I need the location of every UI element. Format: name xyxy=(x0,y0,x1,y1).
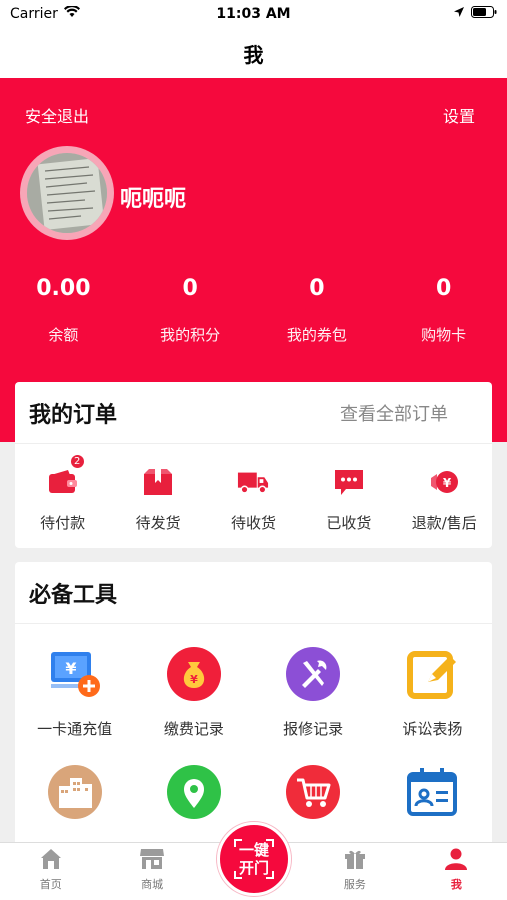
svg-text:¥: ¥ xyxy=(190,673,198,686)
order-label: 退款/售后 xyxy=(411,514,477,532)
scan-corner xyxy=(234,871,242,879)
status-bar: Carrier 11:03 AM xyxy=(0,0,507,28)
one-key-open-door-button[interactable]: 一键 开门 xyxy=(217,822,291,896)
stat-value: 0 xyxy=(309,276,325,301)
orders-card: 我的订单 查看全部订单 2 待付款 待发货 待收货 已收货 ¥ 退款/售后 xyxy=(15,382,492,548)
stat-label: 我的券包 xyxy=(286,326,347,344)
avatar-image xyxy=(27,153,107,233)
status-right xyxy=(453,6,497,22)
tab-label: 商城 xyxy=(141,878,164,891)
order-pending-payment[interactable]: 2 待付款 xyxy=(18,454,108,533)
status-left: Carrier xyxy=(10,4,80,22)
carrier-label: Carrier xyxy=(10,6,58,22)
refund-coin-icon: ¥ xyxy=(428,466,460,498)
stat-shopping-card[interactable]: 0 购物卡 xyxy=(380,272,507,345)
stat-value: 0.00 xyxy=(36,276,91,301)
tool-complaint-praise[interactable]: 诉讼表扬 xyxy=(373,646,492,764)
tab-label: 首页 xyxy=(39,878,62,891)
tool-card-recharge[interactable]: ¥ 一卡通充值 xyxy=(15,646,134,764)
order-to-receive[interactable]: 待收货 xyxy=(208,466,298,533)
view-all-orders-link[interactable]: 查看全部订单 xyxy=(340,400,448,426)
svg-text:¥: ¥ xyxy=(443,476,452,490)
order-label: 待付款 xyxy=(40,514,86,532)
tool-payment-records[interactable]: ¥ 缴费记录 xyxy=(134,646,253,764)
tab-store[interactable]: 商城 xyxy=(101,843,202,900)
avatar[interactable] xyxy=(20,146,114,240)
stat-value: 0 xyxy=(435,276,452,301)
order-label: 待收货 xyxy=(230,514,276,532)
edit-note-icon xyxy=(404,646,460,702)
tools-header: 必备工具 xyxy=(15,562,492,624)
stat-coupons[interactable]: 0 我的券包 xyxy=(254,272,381,345)
tab-label: 我 xyxy=(450,878,462,891)
tool-label: 一卡通充值 xyxy=(37,720,113,738)
page-title: 我 xyxy=(243,42,264,67)
home-icon xyxy=(38,846,64,872)
scan-corner xyxy=(266,871,274,879)
tab-service[interactable]: 服务 xyxy=(304,843,405,900)
gift-icon xyxy=(342,846,368,872)
orders-header: 我的订单 查看全部订单 xyxy=(15,382,492,444)
contact-calendar-icon xyxy=(404,764,460,820)
buildings-icon xyxy=(47,764,103,820)
money-bag-icon: ¥ xyxy=(166,646,222,702)
message-box-icon xyxy=(333,466,365,498)
tool-label: 报修记录 xyxy=(283,720,344,738)
wifi-icon xyxy=(63,4,80,22)
order-refund[interactable]: ¥ 退款/售后 xyxy=(399,466,489,533)
tab-me[interactable]: 我 xyxy=(406,843,507,900)
stat-label: 我的积分 xyxy=(160,326,221,344)
tab-label: 服务 xyxy=(343,878,366,891)
battery-icon xyxy=(471,6,497,22)
truck-icon xyxy=(237,466,269,498)
location-arrow-icon xyxy=(453,6,465,22)
app-root: { "status_bar": {"carrier": "Carrier", "… xyxy=(0,0,507,900)
stat-points[interactable]: 0 我的积分 xyxy=(127,272,254,345)
stat-label: 购物卡 xyxy=(421,326,467,344)
tool-repair-records[interactable]: 报修记录 xyxy=(254,646,373,764)
order-to-ship[interactable]: 待发货 xyxy=(113,466,203,533)
svg-text:¥: ¥ xyxy=(65,659,76,678)
card-recharge-icon: ¥ xyxy=(47,646,103,702)
person-icon xyxy=(443,846,469,872)
order-status-row: 2 待付款 待发货 待收货 已收货 ¥ 退款/售后 xyxy=(15,444,492,533)
tools-title: 必备工具 xyxy=(29,582,118,608)
order-received[interactable]: 已收货 xyxy=(304,466,394,533)
tool-label: 诉讼表扬 xyxy=(402,720,463,738)
stat-value: 0 xyxy=(182,276,198,301)
center-button-line1: 一键 xyxy=(238,841,269,859)
order-label: 待发货 xyxy=(135,514,181,532)
shopping-cart-icon xyxy=(285,764,341,820)
tools-card: 必备工具 ¥ 一卡通充值 ¥ 缴费记录 报修记录 诉讼表扬 xyxy=(15,562,492,842)
tab-home[interactable]: 首页 xyxy=(0,843,101,900)
tool-label: 缴费记录 xyxy=(163,720,224,738)
username: 呃呃呃 xyxy=(120,187,187,212)
stat-balance[interactable]: 0.00 余额 xyxy=(0,272,127,345)
logout-button[interactable]: 安全退出 xyxy=(25,103,89,127)
nav-bar: 我 xyxy=(0,28,507,78)
repair-tools-icon xyxy=(285,646,341,702)
store-icon xyxy=(139,846,165,872)
location-pin-icon xyxy=(166,764,222,820)
orders-title: 我的订单 xyxy=(29,402,118,428)
pending-count-badge: 2 xyxy=(69,454,85,469)
stat-label: 余额 xyxy=(48,326,79,344)
settings-button[interactable]: 设置 xyxy=(443,103,475,127)
wallet-icon xyxy=(47,466,79,498)
center-button-line2: 开门 xyxy=(238,859,269,877)
package-icon xyxy=(142,466,174,498)
scan-corner xyxy=(234,839,242,847)
profile-stats: 0.00 余额 0 我的积分 0 我的券包 0 购物卡 xyxy=(0,272,507,345)
order-label: 已收货 xyxy=(326,514,372,532)
scan-corner xyxy=(266,839,274,847)
